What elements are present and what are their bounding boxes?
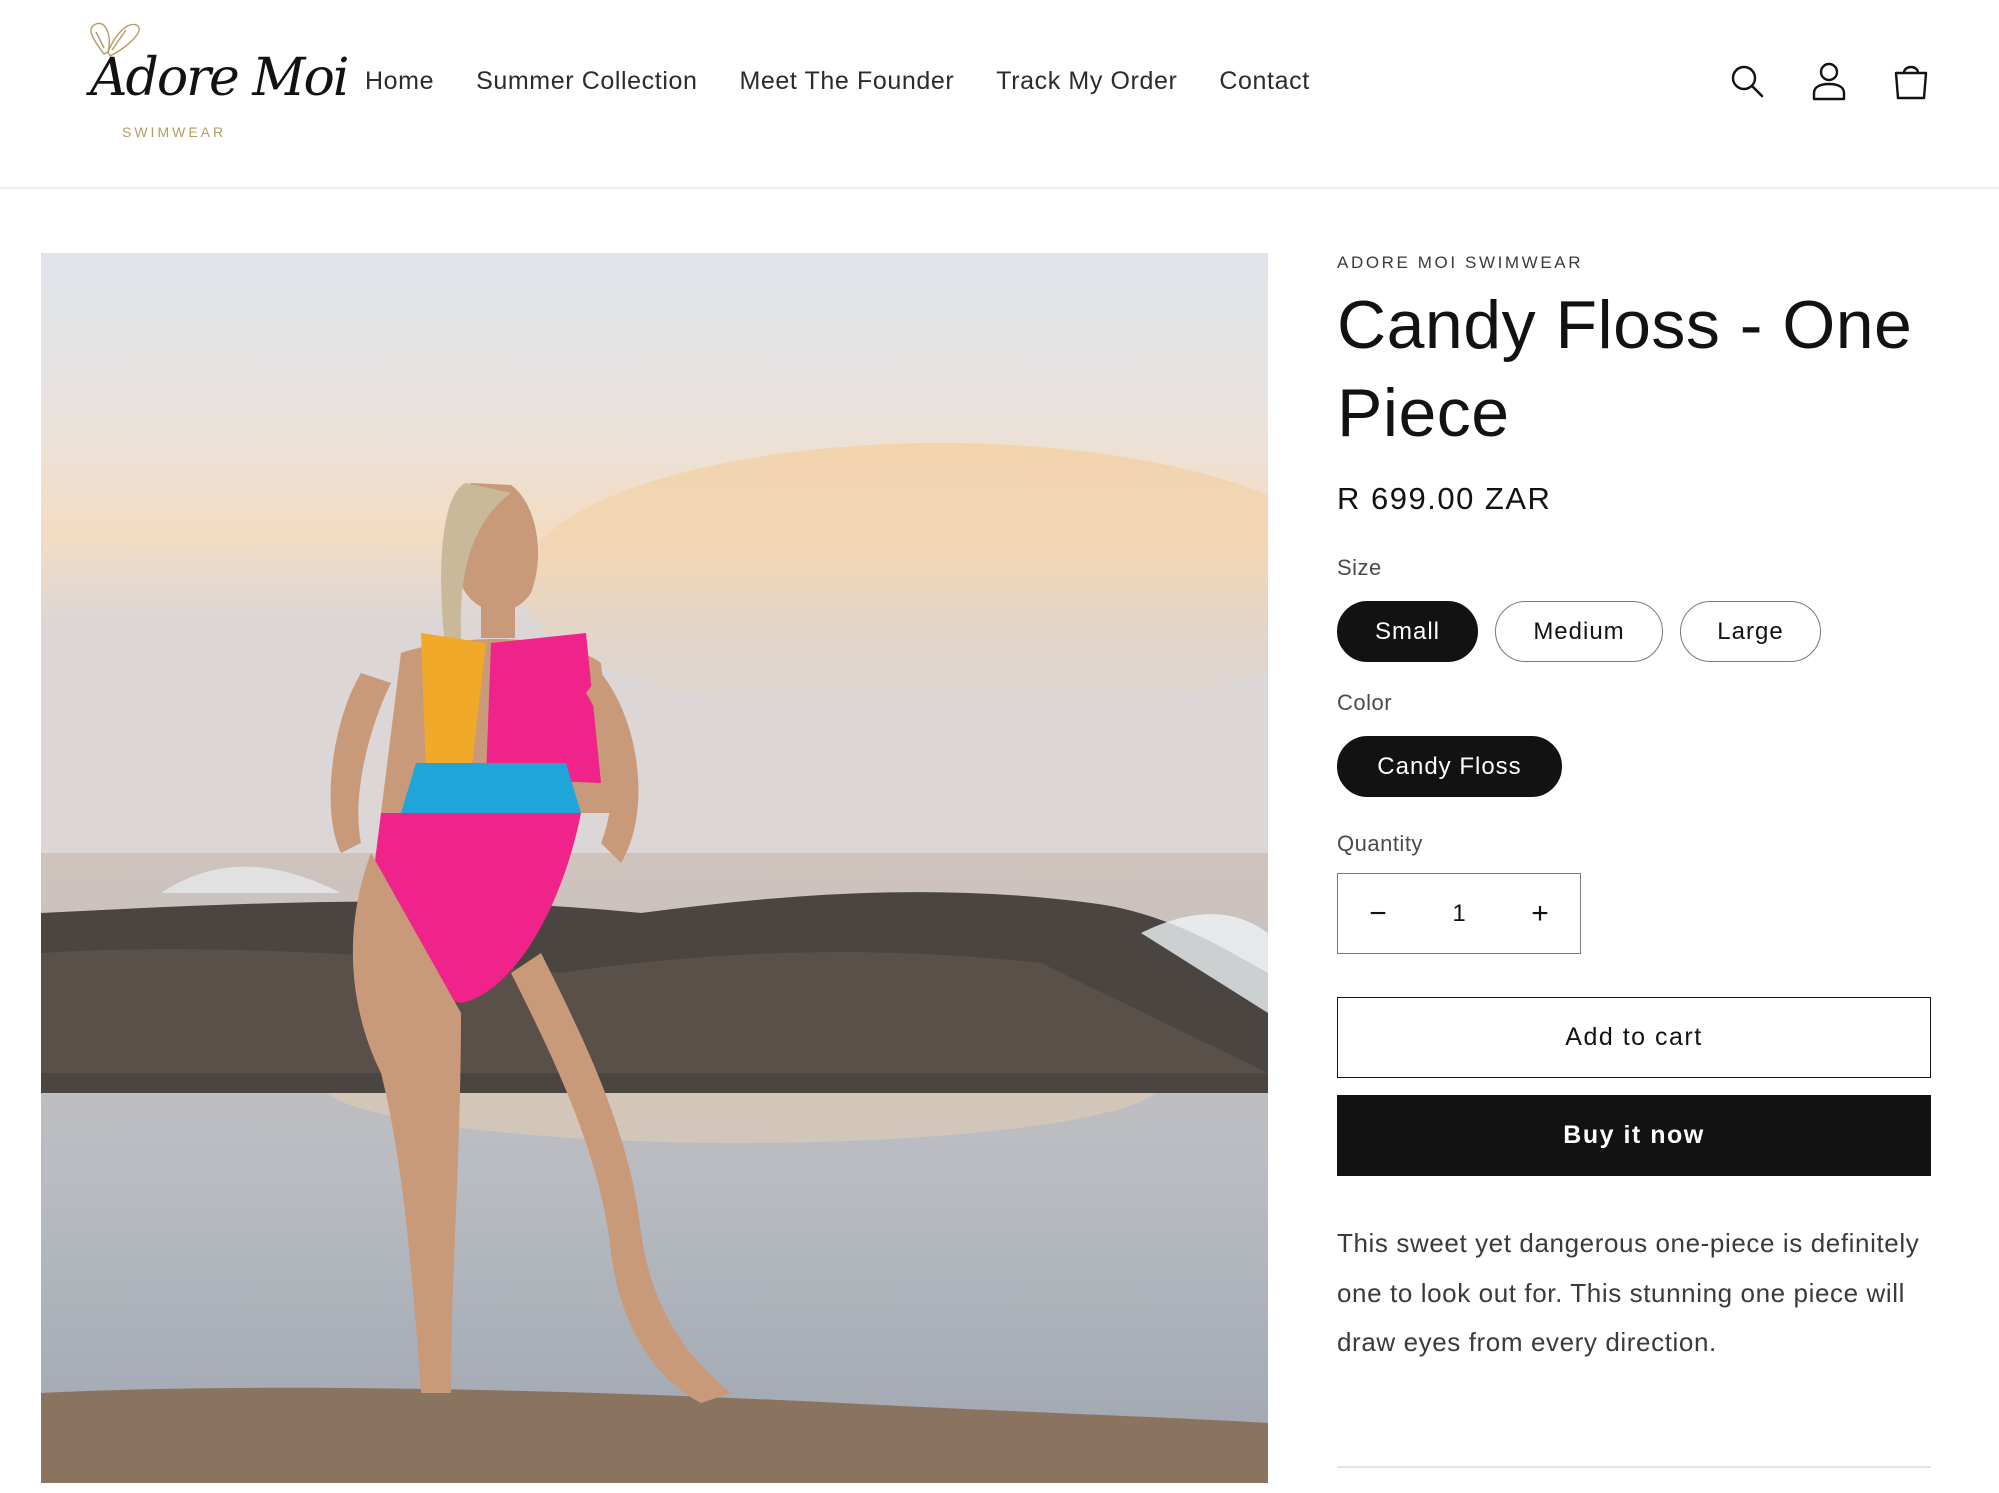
- add-to-cart-button[interactable]: Add to cart: [1337, 997, 1931, 1078]
- logo-subtitle: SWIMWEAR: [122, 124, 227, 140]
- quantity-increase-button[interactable]: +: [1520, 894, 1560, 934]
- size-options: Small Medium Large: [1337, 601, 1931, 662]
- size-option-medium[interactable]: Medium: [1495, 601, 1663, 662]
- brand-logo[interactable]: Adore Moi SWIMWEAR: [82, 18, 349, 148]
- nav-summer-collection[interactable]: Summer Collection: [455, 64, 718, 98]
- color-option-candy-floss[interactable]: Candy Floss: [1337, 736, 1562, 797]
- color-label: Color: [1337, 690, 1393, 715]
- account-icon[interactable]: [1809, 58, 1849, 104]
- cart-icon[interactable]: [1891, 58, 1931, 104]
- product-vendor: ADORE MOI SWIMWEAR: [1337, 253, 1584, 272]
- quantity-stepper: − 1 +: [1337, 873, 1581, 954]
- quantity-label: Quantity: [1337, 831, 1423, 856]
- buy-now-button[interactable]: Buy it now: [1337, 1095, 1931, 1176]
- product-info: ADORE MOI SWIMWEAR Candy Floss - One Pie…: [1337, 250, 1931, 1368]
- product-title: Candy Floss - One Piece: [1337, 287, 1913, 451]
- nav-home[interactable]: Home: [345, 64, 455, 98]
- nav-meet-the-founder[interactable]: Meet The Founder: [718, 64, 975, 98]
- quantity-decrease-button[interactable]: −: [1358, 894, 1398, 934]
- search-icon[interactable]: [1727, 58, 1767, 104]
- main-nav: Home Summer Collection Meet The Founder …: [345, 64, 1331, 98]
- product-description: This sweet yet dangerous one-piece is de…: [1337, 1228, 1920, 1357]
- logo-wordmark: Adore Moi: [90, 48, 349, 108]
- site-header: Adore Moi SWIMWEAR Home Summer Collectio…: [0, 0, 1999, 189]
- nav-track-my-order[interactable]: Track My Order: [975, 64, 1198, 98]
- product-photo: [41, 253, 1268, 1483]
- header-icons: [1727, 58, 1931, 104]
- product-image[interactable]: [41, 253, 1268, 1483]
- size-option-small[interactable]: Small: [1337, 601, 1478, 662]
- color-options: Candy Floss: [1337, 736, 1931, 797]
- nav-contact[interactable]: Contact: [1198, 64, 1330, 98]
- product-price: R 699.00 ZAR: [1337, 481, 1552, 516]
- quantity-input[interactable]: 1: [1452, 900, 1465, 928]
- size-label: Size: [1337, 555, 1382, 580]
- divider: [1337, 1466, 1931, 1468]
- size-option-large[interactable]: Large: [1680, 601, 1821, 662]
